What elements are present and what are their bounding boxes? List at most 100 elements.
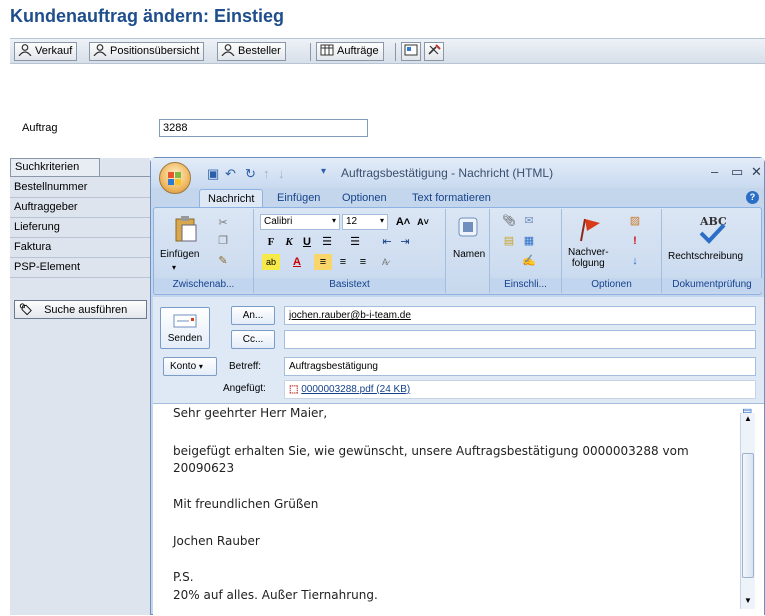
- search-button-label: Suche ausführen: [44, 304, 128, 316]
- tools-icon: [428, 44, 441, 55]
- tab-optionen[interactable]: Optionen: [334, 189, 395, 208]
- suche-ausfuehren-button[interactable]: 🏷︎ Suche ausführen: [14, 300, 147, 319]
- font-color-icon[interactable]: A: [288, 254, 306, 270]
- konto-button[interactable]: Konto ▾: [163, 357, 217, 376]
- positionsuebersicht-button[interactable]: Positionsübersicht: [89, 42, 205, 61]
- bold-icon[interactable]: F: [262, 234, 280, 250]
- decrease-indent-icon[interactable]: ⇤: [378, 234, 396, 250]
- categorize-icon[interactable]: ▨: [626, 213, 644, 229]
- signature-icon[interactable]: ✍: [520, 253, 538, 269]
- down-arrow-icon[interactable]: ↓: [278, 166, 285, 181]
- auftrag-label: Auftrag: [22, 122, 58, 134]
- copy-icon[interactable]: ❐: [214, 233, 232, 249]
- follow-up-flag-icon[interactable]: [576, 215, 604, 243]
- senden-label: Senden: [167, 333, 203, 344]
- attachment-link[interactable]: 0000003288.pdf (24 KB): [301, 384, 410, 395]
- maximize-icon[interactable]: ▭: [731, 164, 743, 180]
- clear-format-icon[interactable]: A̷: [376, 254, 394, 270]
- tab-einfuegen[interactable]: Einfügen: [269, 189, 328, 208]
- cc-button[interactable]: Cc...: [231, 330, 275, 349]
- an-button[interactable]: An...: [231, 306, 275, 325]
- increase-indent-icon[interactable]: ⇥: [396, 234, 414, 250]
- font-combo[interactable]: Calibri ▾: [260, 214, 340, 230]
- redo-icon[interactable]: ↻: [245, 166, 256, 182]
- tools-button[interactable]: [424, 42, 444, 61]
- dropdown-arrow-icon[interactable]: ▾: [172, 263, 176, 272]
- subject-field[interactable]: Auftragsbestätigung: [284, 357, 756, 376]
- senden-button[interactable]: Senden: [160, 307, 210, 349]
- dropdown-arrow-icon: ▾: [198, 362, 203, 371]
- italic-icon[interactable]: K: [280, 234, 298, 250]
- low-importance-icon[interactable]: ↓: [626, 253, 644, 269]
- cut-icon[interactable]: ✂: [214, 215, 232, 231]
- highlight-icon[interactable]: ab: [262, 254, 280, 270]
- binoculars-icon: 🏷︎: [19, 304, 33, 316]
- minimize-icon[interactable]: –: [711, 164, 718, 179]
- font-size-combo[interactable]: 12 ▾: [342, 214, 388, 230]
- display-variant-button[interactable]: [401, 42, 421, 61]
- toolbar-separator: [310, 43, 311, 61]
- criteria-bestellnummer[interactable]: Bestellnummer: [10, 178, 150, 198]
- attach-file-icon[interactable]: 📎︎: [500, 213, 518, 229]
- auftrag-input[interactable]: 3288: [159, 119, 368, 137]
- auftraege-button[interactable]: Aufträge: [316, 42, 384, 61]
- business-card-icon[interactable]: ▤: [500, 233, 518, 249]
- office-button[interactable]: [159, 162, 191, 194]
- numbering-icon[interactable]: ☰: [346, 234, 364, 250]
- verkauf-button[interactable]: Verkauf: [14, 42, 78, 61]
- window-title: Auftragsbestätigung - Nachricht (HTML): [341, 166, 554, 180]
- bullets-icon[interactable]: ☰: [318, 234, 336, 250]
- namen-label[interactable]: Namen: [453, 249, 485, 260]
- proofing-group: ABC Rechtschreibung Dokumentprüfung: [662, 209, 762, 293]
- scroll-up-icon[interactable]: ▲: [744, 414, 752, 423]
- criteria-psp-element[interactable]: PSP-Element: [10, 258, 150, 278]
- tab-text-formatieren[interactable]: Text formatieren: [404, 189, 499, 208]
- paste-icon[interactable]: [174, 215, 198, 243]
- nachverfolgung-label[interactable]: Nachver- folgung: [568, 247, 609, 269]
- options-group-label: Optionen: [562, 278, 661, 292]
- scrollbar-thumb[interactable]: [742, 453, 754, 578]
- criteria-auftraggeber[interactable]: Auftraggeber: [10, 198, 150, 218]
- save-icon[interactable]: ▣: [207, 166, 219, 182]
- attach-item-icon[interactable]: ✉: [520, 213, 538, 229]
- up-arrow-icon[interactable]: ↑: [263, 166, 270, 181]
- align-center-icon[interactable]: ≡: [334, 254, 352, 270]
- underline-icon[interactable]: U: [298, 234, 316, 250]
- align-right-icon[interactable]: ≡: [354, 254, 372, 270]
- address-book-icon[interactable]: [456, 215, 480, 239]
- besteller-label: Besteller: [238, 45, 281, 57]
- align-left-icon[interactable]: ≡: [314, 254, 332, 270]
- konto-label: Konto: [170, 361, 197, 372]
- body-line: 20090623: [173, 461, 235, 475]
- undo-icon[interactable]: ↶: [225, 166, 236, 182]
- layout-icon: [404, 44, 418, 56]
- tab-suchkriterien[interactable]: Suchkriterien: [10, 158, 100, 176]
- customize-qat-icon[interactable]: ▾: [321, 166, 326, 177]
- scrollbar[interactable]: ▲ ▼: [740, 413, 755, 609]
- format-painter-icon[interactable]: ✎: [214, 253, 232, 269]
- spelling-check-icon[interactable]: ABC: [696, 213, 728, 245]
- besteller-button[interactable]: Besteller: [217, 42, 286, 61]
- font-name: Calibri: [264, 216, 293, 227]
- scroll-down-icon[interactable]: ▼: [744, 596, 752, 605]
- calendar-icon[interactable]: ▦: [520, 233, 538, 249]
- einfuegen-label[interactable]: Einfügen: [160, 249, 199, 260]
- grow-font-icon[interactable]: A˄: [394, 214, 412, 230]
- message-body[interactable]: Sehr geehrter Herr Maier, beigefügt erha…: [153, 403, 764, 616]
- rechtschreibung-label[interactable]: Rechtschreibung: [668, 251, 743, 262]
- basistext-group-label: Basistext: [254, 278, 445, 292]
- criteria-lieferung[interactable]: Lieferung: [10, 218, 150, 238]
- person-icon: [18, 44, 32, 56]
- body-line: P.S.: [173, 570, 194, 584]
- include-group: 📎︎ ✉ ▤ ▦ ✍ Einschli...: [490, 209, 562, 293]
- to-field[interactable]: jochen.rauber@b-i-team.de: [284, 306, 756, 325]
- high-importance-icon[interactable]: !: [626, 233, 644, 249]
- shrink-font-icon[interactable]: A˅: [414, 214, 432, 230]
- tab-nachricht[interactable]: Nachricht: [199, 189, 264, 208]
- cc-field[interactable]: [284, 330, 756, 349]
- toolbar-separator: [395, 43, 396, 61]
- help-icon[interactable]: ?: [746, 191, 759, 204]
- sap-toolbar: Verkauf Positionsübersicht Besteller Auf…: [10, 38, 765, 64]
- close-icon[interactable]: ✕: [751, 164, 762, 180]
- criteria-faktura[interactable]: Faktura: [10, 238, 150, 258]
